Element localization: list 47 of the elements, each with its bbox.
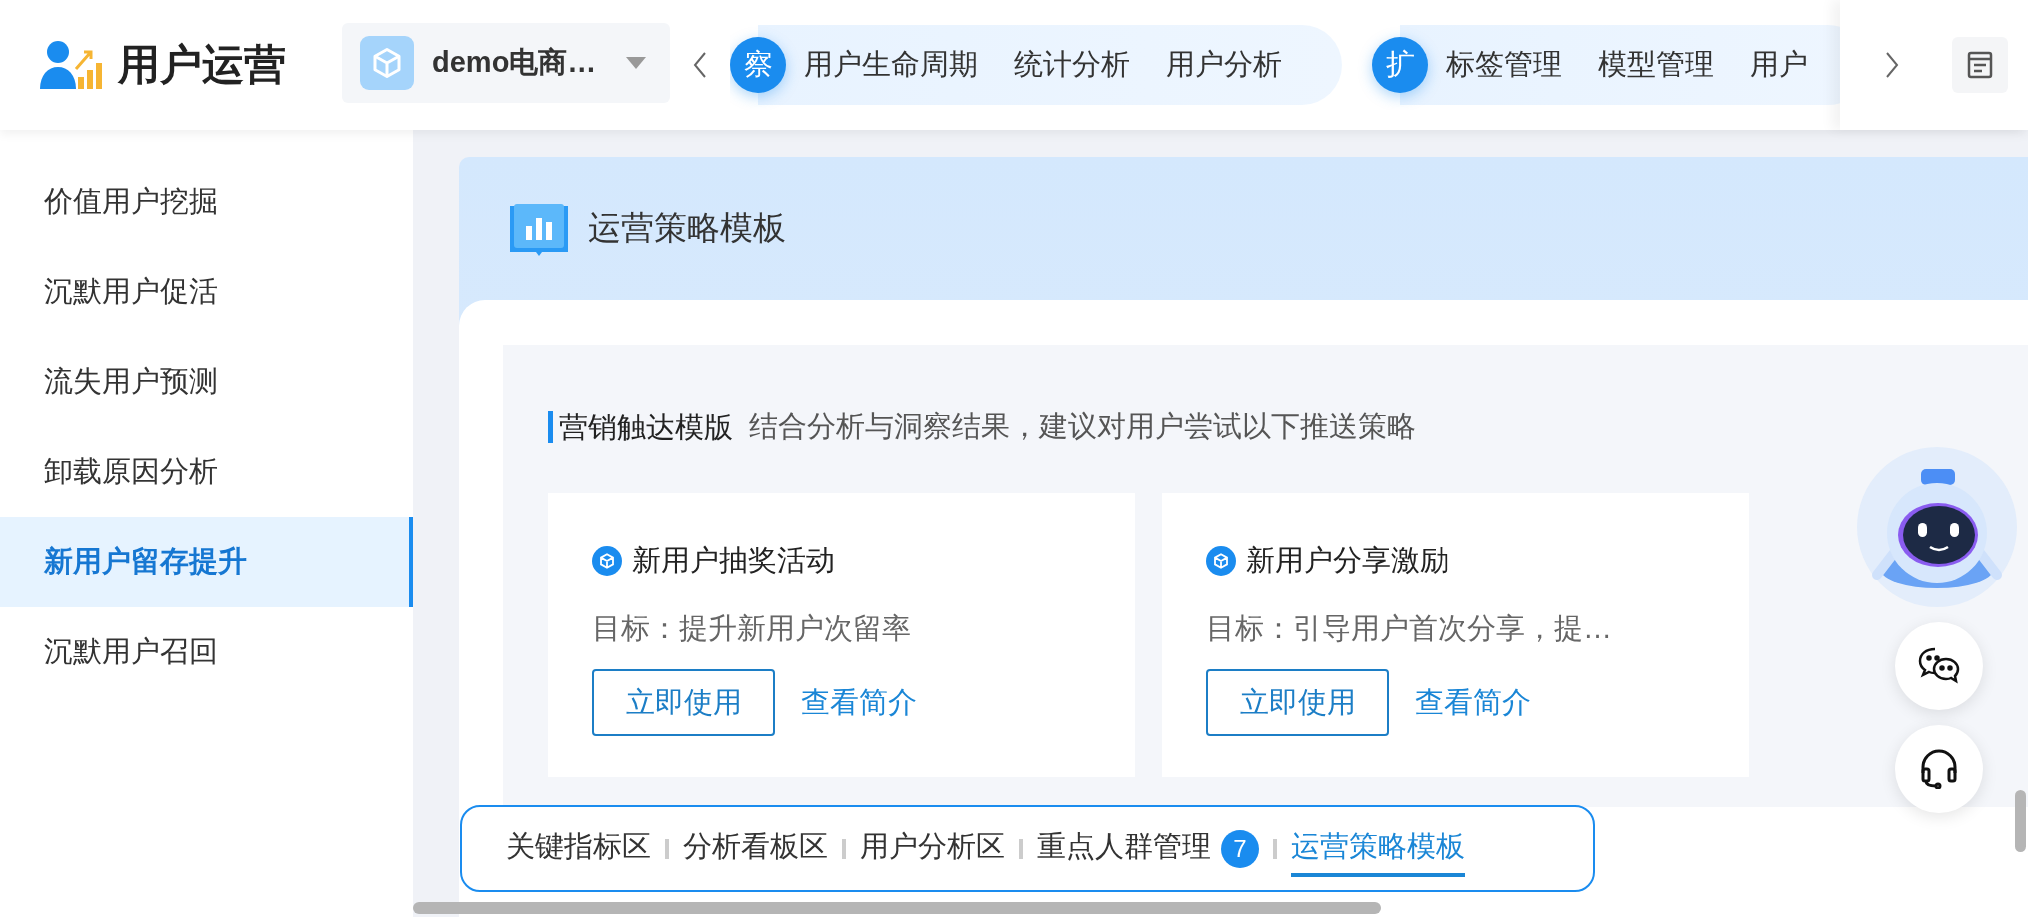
card-title: 新用户抽奖活动: [632, 543, 835, 578]
nav-link[interactable]: 标签管理: [1446, 45, 1562, 85]
sidebar-item[interactable]: 价值用户挖掘: [0, 157, 413, 247]
sidebar-item[interactable]: 新用户留存提升: [0, 517, 413, 607]
chat-bubbles-icon: [1918, 647, 1960, 685]
horizontal-scrollbar[interactable]: [413, 902, 1381, 914]
document-icon: [1967, 51, 1993, 79]
cube-icon: [360, 36, 414, 90]
subsection-description: 结合分析与洞察结果，建议对用户尝试以下推送策略: [749, 409, 1416, 444]
user-growth-icon: [40, 39, 104, 91]
project-select[interactable]: demo电商…: [342, 23, 670, 103]
sidebar-item[interactable]: 沉默用户促活: [0, 247, 413, 337]
assistant-robot-icon[interactable]: [1855, 445, 2020, 610]
nav-link[interactable]: 模型管理: [1598, 45, 1714, 85]
intro-link[interactable]: 查看简介: [1415, 682, 1531, 723]
vertical-scrollbar[interactable]: [2015, 790, 2026, 852]
nav-link[interactable]: 用户生命周期: [804, 45, 978, 85]
use-button[interactable]: 立即使用: [592, 669, 775, 736]
section-title: 运营策略模板: [588, 208, 786, 248]
anchor-tab[interactable]: 关键指标区: [506, 820, 651, 877]
caret-icon: [626, 57, 646, 69]
app-title: 用户运营: [118, 40, 286, 90]
sidebar-item[interactable]: 流失用户预测: [0, 337, 413, 427]
chevron-right-icon: [1884, 51, 1900, 79]
nav-link[interactable]: 统计分析: [1014, 45, 1130, 85]
nav-link[interactable]: 用户: [1750, 45, 1808, 85]
chevron-left-icon: [692, 51, 708, 79]
intro-link[interactable]: 查看简介: [801, 682, 917, 723]
group-badge: 察: [730, 37, 786, 93]
anchor-tab[interactable]: 分析看板区: [683, 820, 828, 877]
subsection-title: 营销触达模版: [548, 411, 733, 443]
anchor-tab[interactable]: 用户分析区: [860, 820, 1005, 877]
sidebar-item[interactable]: 沉默用户召回: [0, 607, 413, 697]
group-badge: 扩: [1372, 37, 1428, 93]
card-title: 新用户分享激励: [1246, 543, 1449, 578]
sidebar-item[interactable]: 卸载原因分析: [0, 427, 413, 517]
nav-link[interactable]: 用户分析: [1166, 45, 1282, 85]
anchor-tab[interactable]: 运营策略模板: [1291, 820, 1465, 877]
headset-icon: [1919, 749, 1959, 789]
card-goal: 目标：引导用户首次分享，提…: [1206, 611, 1613, 646]
cube-icon: [592, 546, 622, 576]
card-goal: 目标：提升新用户次留率: [592, 611, 912, 646]
count-badge: 7: [1221, 829, 1259, 868]
use-button[interactable]: 立即使用: [1206, 669, 1389, 736]
anchor-tab[interactable]: 重点人群管理: [1037, 820, 1211, 877]
document-icon-button[interactable]: [1952, 37, 2008, 93]
cube-icon: [1206, 546, 1236, 576]
